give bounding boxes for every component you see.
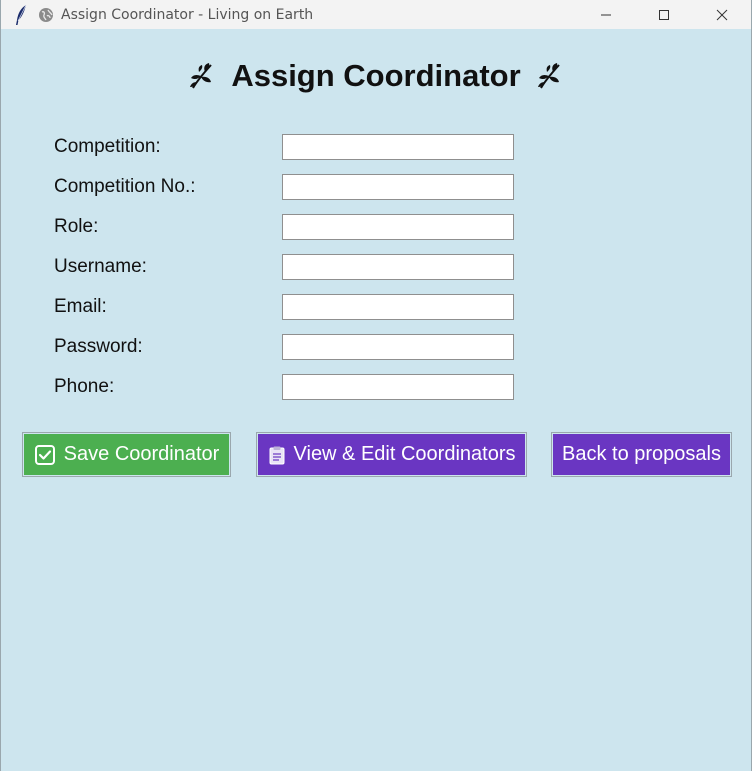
save-coordinator-label: Save Coordinator xyxy=(63,443,220,465)
competition-input[interactable] xyxy=(282,134,514,160)
leaf-icon xyxy=(190,63,213,89)
back-to-proposals-button-face[interactable]: Back to proposals xyxy=(553,434,730,475)
form-row-competition: Competition: xyxy=(54,134,524,160)
view-edit-coordinators-button[interactable]: View & Edit Coordinators xyxy=(256,432,527,477)
app-window: Assign Coordinator - Living on Earth Ass… xyxy=(0,0,752,771)
minimize-button[interactable] xyxy=(577,0,635,29)
email-input[interactable] xyxy=(282,294,514,320)
form-row-role: Role: xyxy=(54,214,524,240)
password-label: Password: xyxy=(54,336,143,357)
page-heading: Assign Coordinator xyxy=(1,58,751,94)
title-bar: Assign Coordinator - Living on Earth xyxy=(1,0,751,29)
view-edit-coordinators-label: View & Edit Coordinators xyxy=(293,443,516,465)
email-label: Email: xyxy=(54,296,107,317)
view-edit-coordinators-button-face[interactable]: View & Edit Coordinators xyxy=(258,434,525,475)
save-coordinator-button-face[interactable]: Save Coordinator xyxy=(24,434,229,475)
close-button[interactable] xyxy=(693,0,751,29)
back-to-proposals-label: Back to proposals xyxy=(562,443,721,465)
phone-input[interactable] xyxy=(282,374,514,400)
globe-icon xyxy=(39,7,53,22)
window-title: Assign Coordinator - Living on Earth xyxy=(61,6,314,23)
maximize-button[interactable] xyxy=(635,0,693,29)
username-input[interactable] xyxy=(282,254,514,280)
page-title: Assign Coordinator xyxy=(231,58,521,93)
form-row-competition-no: Competition No.: xyxy=(54,174,524,200)
clipboard-icon xyxy=(268,445,286,465)
form-row-password: Password: xyxy=(54,334,524,360)
save-coordinator-button[interactable]: Save Coordinator xyxy=(22,432,231,477)
competition-label: Competition: xyxy=(54,136,161,157)
checkbox-icon xyxy=(34,444,56,466)
phone-label: Phone: xyxy=(54,376,115,397)
leaf-icon xyxy=(537,63,560,89)
back-to-proposals-button[interactable]: Back to proposals xyxy=(551,432,732,477)
form-row-email: Email: xyxy=(54,294,524,320)
form-row-username: Username: xyxy=(54,254,524,280)
minimize-icon xyxy=(601,14,611,15)
username-label: Username: xyxy=(54,256,147,277)
role-input[interactable] xyxy=(282,214,514,240)
feather-icon xyxy=(16,4,27,25)
maximize-icon xyxy=(659,9,669,20)
competition-no-label: Competition No.: xyxy=(54,176,196,197)
password-input[interactable] xyxy=(282,334,514,360)
window-controls xyxy=(577,0,751,29)
form-row-phone: Phone: xyxy=(54,374,524,400)
role-label: Role: xyxy=(54,216,99,237)
close-icon xyxy=(716,9,728,20)
competition-no-input[interactable] xyxy=(282,174,514,200)
